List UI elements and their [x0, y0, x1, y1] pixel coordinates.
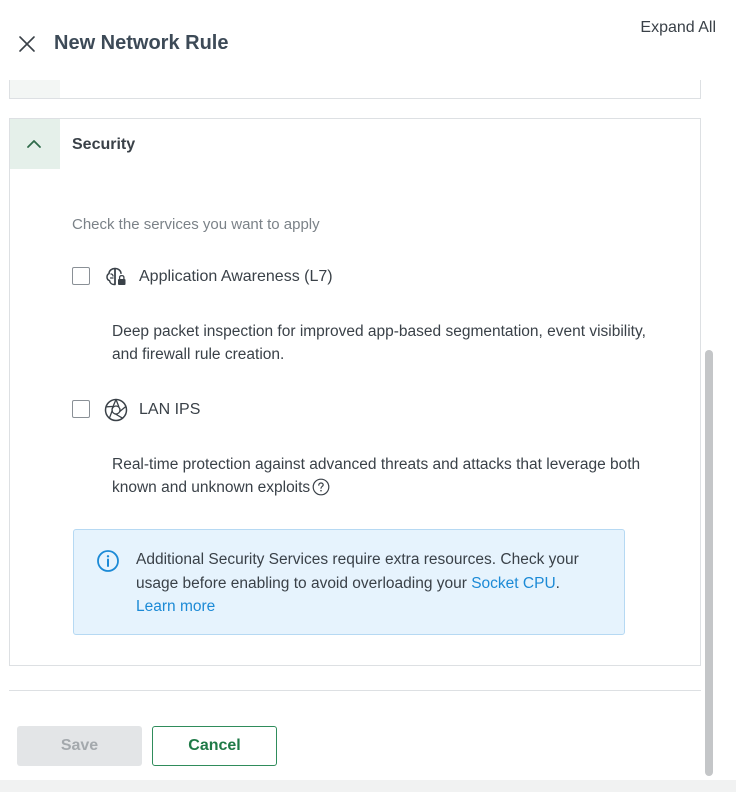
- close-button[interactable]: [16, 33, 38, 55]
- brain-lock-icon: [103, 264, 129, 290]
- panel-header: New Network Rule Expand All: [0, 0, 736, 80]
- application-awareness-label: Application Awareness (L7): [139, 268, 333, 285]
- lan-ips-description-text: Real-time protection against advanced th…: [112, 456, 641, 496]
- services-hint: Check the services you want to apply: [72, 216, 320, 233]
- resource-info-banner: Additional Security Services require ext…: [73, 529, 625, 635]
- security-section-title: Security: [72, 136, 136, 153]
- option-application-awareness: Application Awareness (L7): [72, 264, 632, 290]
- bottom-edge: [0, 780, 736, 792]
- lan-ips-checkbox[interactable]: [72, 400, 90, 418]
- learn-more-link[interactable]: Learn more: [136, 598, 215, 615]
- shutter-shield-icon: [103, 397, 129, 423]
- option-lan-ips: LAN IPS: [72, 397, 632, 423]
- close-icon: [19, 36, 35, 52]
- info-banner-text: Additional Security Services require ext…: [136, 548, 606, 619]
- info-icon: [96, 549, 120, 573]
- previous-section-collapsed: [9, 80, 701, 99]
- lan-ips-description: Real-time protection against advanced th…: [112, 453, 652, 499]
- application-awareness-checkbox[interactable]: [72, 267, 90, 285]
- scrollbar-thumb[interactable]: [705, 350, 713, 776]
- application-awareness-description: Deep packet inspection for improved app-…: [112, 323, 646, 363]
- rule-form-scroll-area: Security Check the services you want to …: [0, 80, 704, 770]
- info-banner-period: .: [555, 574, 560, 592]
- page-title: New Network Rule: [54, 32, 229, 54]
- footer-divider: [9, 690, 701, 691]
- previous-section-toggle[interactable]: [10, 80, 60, 98]
- socket-cpu-link[interactable]: Socket CPU: [471, 575, 555, 592]
- security-collapse-toggle[interactable]: [10, 119, 60, 169]
- security-section: Security Check the services you want to …: [9, 118, 701, 666]
- chevron-up-icon: [27, 140, 41, 148]
- lan-ips-label: LAN IPS: [139, 401, 201, 418]
- cancel-button[interactable]: Cancel: [152, 726, 277, 766]
- save-button[interactable]: Save: [17, 726, 142, 766]
- expand-all-link[interactable]: Expand All: [640, 19, 716, 37]
- help-icon[interactable]: [312, 478, 330, 496]
- security-section-header: Security: [10, 119, 700, 169]
